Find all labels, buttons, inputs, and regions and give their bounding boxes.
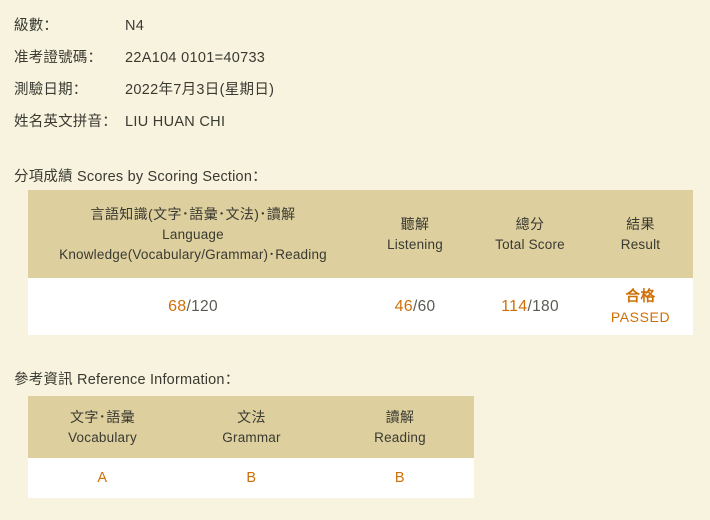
scores-header-total: 總分 Total Score xyxy=(472,190,588,278)
scores-value-language: 68/120 xyxy=(28,278,358,335)
reference-section-caption: 參考資訊 Reference Information： xyxy=(14,372,240,388)
candidate-info-list: 級數： N4 准考證號碼： 22A104 0101=40733 測驗日期： 20… xyxy=(14,14,534,142)
reference-information-table: 文字･語彙 Vocabulary 文法 Grammar 讀解 Reading A… xyxy=(28,396,474,498)
info-value-name-romanization: LIU HUAN CHI xyxy=(125,114,226,130)
scores-header-listening: 聽解 Listening xyxy=(358,190,472,278)
scores-header-language: 言語知識(文字･語彙･文法)･讀解 Language Knowledge(Voc… xyxy=(28,190,358,278)
info-row-registration-number: 准考證號碼： 22A104 0101=40733 xyxy=(14,46,534,78)
reference-header-grammar: 文法 Grammar xyxy=(177,396,326,458)
info-value-registration-number: 22A104 0101=40733 xyxy=(125,50,266,66)
info-row-level: 級數： N4 xyxy=(14,14,534,46)
reference-header-reading: 讀解 Reading xyxy=(326,396,474,458)
result-badge-cjk: 合格 xyxy=(625,288,656,305)
reference-value-grammar: B xyxy=(177,458,326,498)
info-value-test-date: 2022年7月3日(星期日) xyxy=(125,82,275,98)
listening-score-max: /60 xyxy=(412,297,436,315)
scores-header-result: 結果 Result xyxy=(588,190,693,278)
info-row-name-romanization: 姓名英文拼音： LIU HUAN CHI xyxy=(14,110,534,142)
scores-header-result-cjk: 結果 xyxy=(626,215,655,232)
reference-header-vocabulary-en: Vocabulary xyxy=(68,429,137,445)
reference-table-header-row: 文字･語彙 Vocabulary 文法 Grammar 讀解 Reading xyxy=(28,396,474,458)
scores-value-result: 合格 PASSED xyxy=(588,278,693,335)
scores-header-total-en: Total Score xyxy=(495,236,565,252)
reference-header-vocabulary-cjk: 文字･語彙 xyxy=(70,408,135,425)
reference-header-grammar-cjk: 文法 xyxy=(237,408,266,425)
scores-by-scoring-section-table: 言語知識(文字･語彙･文法)･讀解 Language Knowledge(Voc… xyxy=(28,190,693,335)
reference-header-vocabulary: 文字･語彙 Vocabulary xyxy=(28,396,177,458)
scores-header-language-en-line2: Knowledge(Vocabulary/Grammar)･Reading xyxy=(59,246,327,262)
total-score-number: 114 xyxy=(501,297,528,315)
listening-score-wrapper: 46/60 xyxy=(395,298,436,315)
reference-value-reading: B xyxy=(326,458,474,498)
reference-header-reading-cjk: 讀解 xyxy=(385,408,415,425)
scores-header-listening-cjk: 聽解 xyxy=(400,215,430,232)
reference-header-grammar-en: Grammar xyxy=(222,429,281,445)
scores-value-total: 114/180 xyxy=(472,278,588,335)
result-badge-en: PASSED xyxy=(610,308,671,325)
scores-header-listening-en: Listening xyxy=(387,236,443,252)
reference-table-value-row: A B B xyxy=(28,458,474,498)
language-score-wrapper: 68/120 xyxy=(168,298,218,315)
info-label-registration-number: 准考證號碼： xyxy=(14,50,103,66)
info-label-level: 級數： xyxy=(14,18,59,34)
grade-vocabulary: A xyxy=(97,470,108,486)
reference-value-vocabulary: A xyxy=(28,458,177,498)
grade-reading: B xyxy=(394,470,406,486)
scores-header-language-cjk: 言語知識(文字･語彙･文法)･讀解 xyxy=(90,205,296,222)
language-score-max: /120 xyxy=(186,297,218,315)
total-score-max: /180 xyxy=(527,297,559,315)
info-label-test-date: 測驗日期： xyxy=(14,82,88,98)
listening-score-number: 46 xyxy=(394,297,413,315)
info-row-test-date: 測驗日期： 2022年7月3日(星期日) xyxy=(14,78,534,110)
scores-header-total-cjk: 總分 xyxy=(515,215,545,232)
scores-table-header-row: 言語知識(文字･語彙･文法)･讀解 Language Knowledge(Voc… xyxy=(28,190,693,278)
scores-table-value-row: 68/120 46/60 114/180 合格 PASSED xyxy=(28,278,693,335)
scores-header-result-en: Result xyxy=(620,236,661,252)
scores-value-listening: 46/60 xyxy=(358,278,472,335)
language-score-number: 68 xyxy=(168,297,187,315)
scores-header-language-en-line1: Language xyxy=(162,226,224,242)
reference-header-reading-en: Reading xyxy=(374,429,426,445)
info-label-name-romanization: 姓名英文拼音： xyxy=(14,114,117,130)
grade-grammar: B xyxy=(246,470,257,486)
total-score-wrapper: 114/180 xyxy=(501,298,559,315)
info-value-level: N4 xyxy=(125,18,145,34)
scores-section-caption: 分項成績 Scores by Scoring Section： xyxy=(14,169,267,185)
